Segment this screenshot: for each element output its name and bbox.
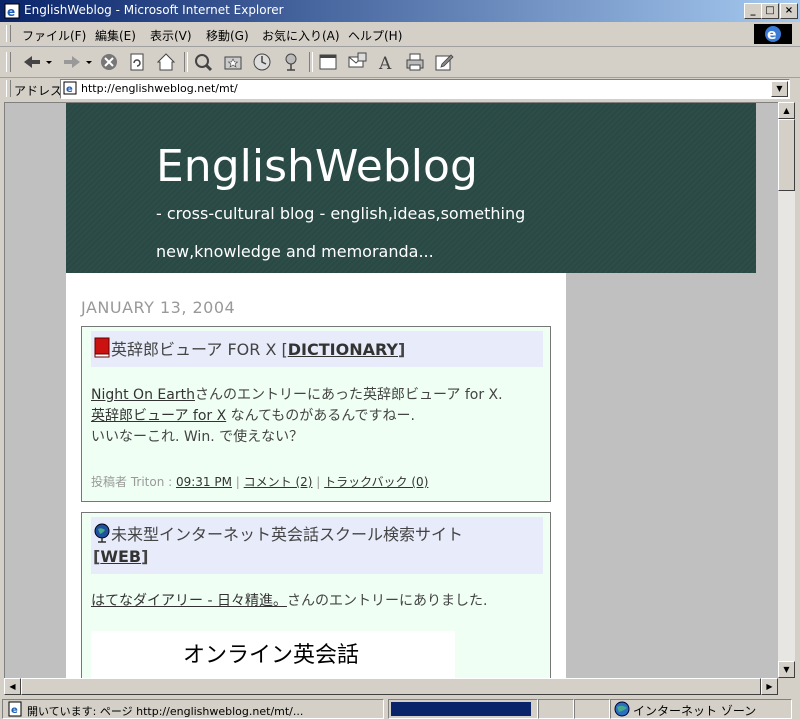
site-title[interactable]: EnglishWeblog	[156, 141, 478, 192]
standard-toolbar: A	[0, 47, 800, 78]
entry-link[interactable]: はてなダイアリー - 日々精進。	[91, 593, 287, 609]
maximize-button[interactable]: □	[761, 3, 779, 19]
entry-body: Night On Earthさんのエントリーにあった英辞郎ビューア for X.…	[91, 385, 503, 448]
favorites-icon[interactable]	[222, 51, 244, 73]
category-link[interactable]: DICTIONARY	[288, 340, 398, 359]
toolbar-separator	[184, 52, 188, 72]
font-size-icon[interactable]: A	[375, 51, 397, 73]
page-viewport: EnglishWeblog - cross-cultural blog - en…	[4, 102, 779, 679]
scroll-right-button[interactable]: ▶	[761, 678, 778, 695]
print-icon[interactable]	[404, 51, 426, 73]
entry-title: 未来型インターネット英会話スクール検索サイト [WEB]	[91, 517, 543, 574]
menu-go[interactable]: 移動(G)	[206, 27, 249, 44]
svg-text:e: e	[66, 84, 73, 95]
entry-footer: 投稿者 Triton : 09:31 PM | コメント (2) | トラックバ…	[91, 475, 429, 489]
vertical-scroll-thumb[interactable]	[778, 119, 795, 191]
ie-page-icon: e	[4, 3, 20, 19]
blog-entry: 未来型インターネット英会話スクール検索サイト [WEB] はてなダイアリー - 日…	[81, 512, 551, 679]
home-icon[interactable]	[155, 51, 177, 73]
entry-text: なんてものがあるんですねー.	[226, 408, 415, 424]
promo-banner-image[interactable]: オンライン英会話	[91, 631, 455, 679]
svg-text:e: e	[7, 5, 15, 19]
address-input[interactable]: e http://englishweblog.net/mt/ ▼	[60, 79, 790, 99]
stop-icon[interactable]	[98, 51, 120, 73]
security-zone-panel: インターネット ゾーン	[610, 699, 792, 719]
entry-text: さんのエントリーにありました.	[286, 593, 488, 609]
main-content: JANUARY 13, 2004 英辞郎ビューア FOR X [DICTIONA…	[66, 273, 566, 679]
svg-text:A: A	[378, 54, 392, 73]
comments-link[interactable]: コメント (2)	[244, 475, 313, 489]
forward-icon[interactable]	[60, 51, 94, 73]
history-icon[interactable]	[251, 51, 273, 73]
entry-text: さんのエントリーにあった英辞郎ビューア for X.	[194, 387, 503, 403]
progress-fill	[391, 702, 531, 716]
category-link[interactable]: WEB	[100, 547, 141, 566]
menu-bar: ファイル(F) 編集(E) 表示(V) 移動(G) お気に入り(A) ヘルプ(H…	[0, 22, 800, 47]
permalink-time[interactable]: 09:31 PM	[176, 475, 232, 489]
entry-link[interactable]: 英辞郎ビューア for X	[91, 408, 226, 424]
page-loading-icon: e	[8, 701, 22, 717]
status-text: 開いています: ページ http://englishweblog.net/mt/…	[27, 705, 304, 718]
site-description: - cross-cultural blog - english,ideas,so…	[156, 204, 526, 261]
entry-body: はてなダイアリー - 日々精進。さんのエントリーにありました.	[91, 591, 487, 612]
toolbar-grip	[6, 52, 11, 72]
address-label: アドレス	[14, 84, 63, 98]
menu-favorites[interactable]: お気に入り(A)	[262, 27, 340, 44]
status-text-panel: e 開いています: ページ http://englishweblog.net/m…	[2, 699, 384, 719]
progress-bar	[388, 699, 538, 719]
scroll-up-button[interactable]: ▲	[778, 102, 795, 119]
svg-text:e: e	[11, 705, 18, 716]
mail-icon[interactable]	[346, 51, 368, 73]
scroll-down-button[interactable]: ▼	[778, 661, 795, 678]
ie-throbber-logo: e	[754, 24, 792, 44]
address-grip	[6, 80, 11, 97]
blog-banner: EnglishWeblog - cross-cultural blog - en…	[66, 103, 756, 273]
menu-file[interactable]: ファイル(F)	[22, 27, 86, 44]
channels-icon[interactable]	[280, 51, 302, 73]
menu-help[interactable]: ヘルプ(H)	[348, 27, 402, 44]
scroll-left-button[interactable]: ◀	[4, 678, 21, 695]
status-panel	[538, 699, 574, 719]
entry-title-end: ]	[398, 340, 406, 359]
horizontal-scrollbar[interactable]: ◀ ▶	[4, 678, 778, 695]
address-dropdown-button[interactable]: ▼	[771, 81, 788, 97]
zone-text: インターネット ゾーン	[633, 704, 757, 718]
fullscreen-icon[interactable]	[317, 51, 339, 73]
address-bar: アドレス e http://englishweblog.net/mt/ ▼	[0, 78, 800, 100]
menu-edit[interactable]: 編集(E)	[95, 27, 136, 44]
entry-title-text: 英辞郎ビューア FOR X [	[111, 340, 288, 359]
status-bar: e 開いています: ページ http://englishweblog.net/m…	[0, 697, 800, 720]
trackback-link[interactable]: トラックバック (0)	[324, 475, 428, 489]
book-icon	[94, 337, 110, 358]
date-header: JANUARY 13, 2004	[81, 298, 236, 317]
blog-entry: 英辞郎ビューア FOR X [DICTIONARY] Night On Eart…	[81, 326, 551, 502]
refresh-icon[interactable]	[126, 51, 148, 73]
close-button[interactable]: ×	[780, 3, 798, 19]
title-bar: e EnglishWeblog - Microsoft Internet Exp…	[0, 0, 800, 22]
horizontal-scroll-thumb[interactable]	[21, 678, 761, 695]
globe-icon	[94, 523, 110, 543]
search-icon[interactable]	[192, 51, 214, 73]
minimize-button[interactable]: _	[744, 3, 762, 19]
menu-grip	[6, 25, 11, 42]
vertical-scrollbar[interactable]: ▲ ▼	[778, 102, 795, 678]
entry-title-text: 未来型インターネット英会話スクール検索サイト	[111, 525, 464, 544]
internet-zone-icon	[614, 701, 630, 717]
entry-text: いいなーこれ. Win. で使えない？	[91, 429, 304, 445]
promo-logo-graphic	[91, 665, 455, 679]
address-url[interactable]: http://englishweblog.net/mt/	[81, 82, 238, 95]
toolbar-separator	[309, 52, 313, 72]
entry-link[interactable]: Night On Earth	[91, 387, 195, 403]
back-icon[interactable]	[20, 51, 54, 73]
window-title: EnglishWeblog - Microsoft Internet Explo…	[24, 3, 284, 17]
svg-text:e: e	[767, 27, 777, 43]
posted-by: 投稿者 Triton :	[91, 475, 176, 489]
page-icon: e	[63, 81, 77, 95]
menu-view[interactable]: 表示(V)	[150, 27, 192, 44]
status-panel	[574, 699, 610, 719]
edit-icon[interactable]	[433, 51, 455, 73]
entry-title: 英辞郎ビューア FOR X [DICTIONARY]	[91, 331, 543, 367]
scroll-corner	[778, 678, 795, 695]
